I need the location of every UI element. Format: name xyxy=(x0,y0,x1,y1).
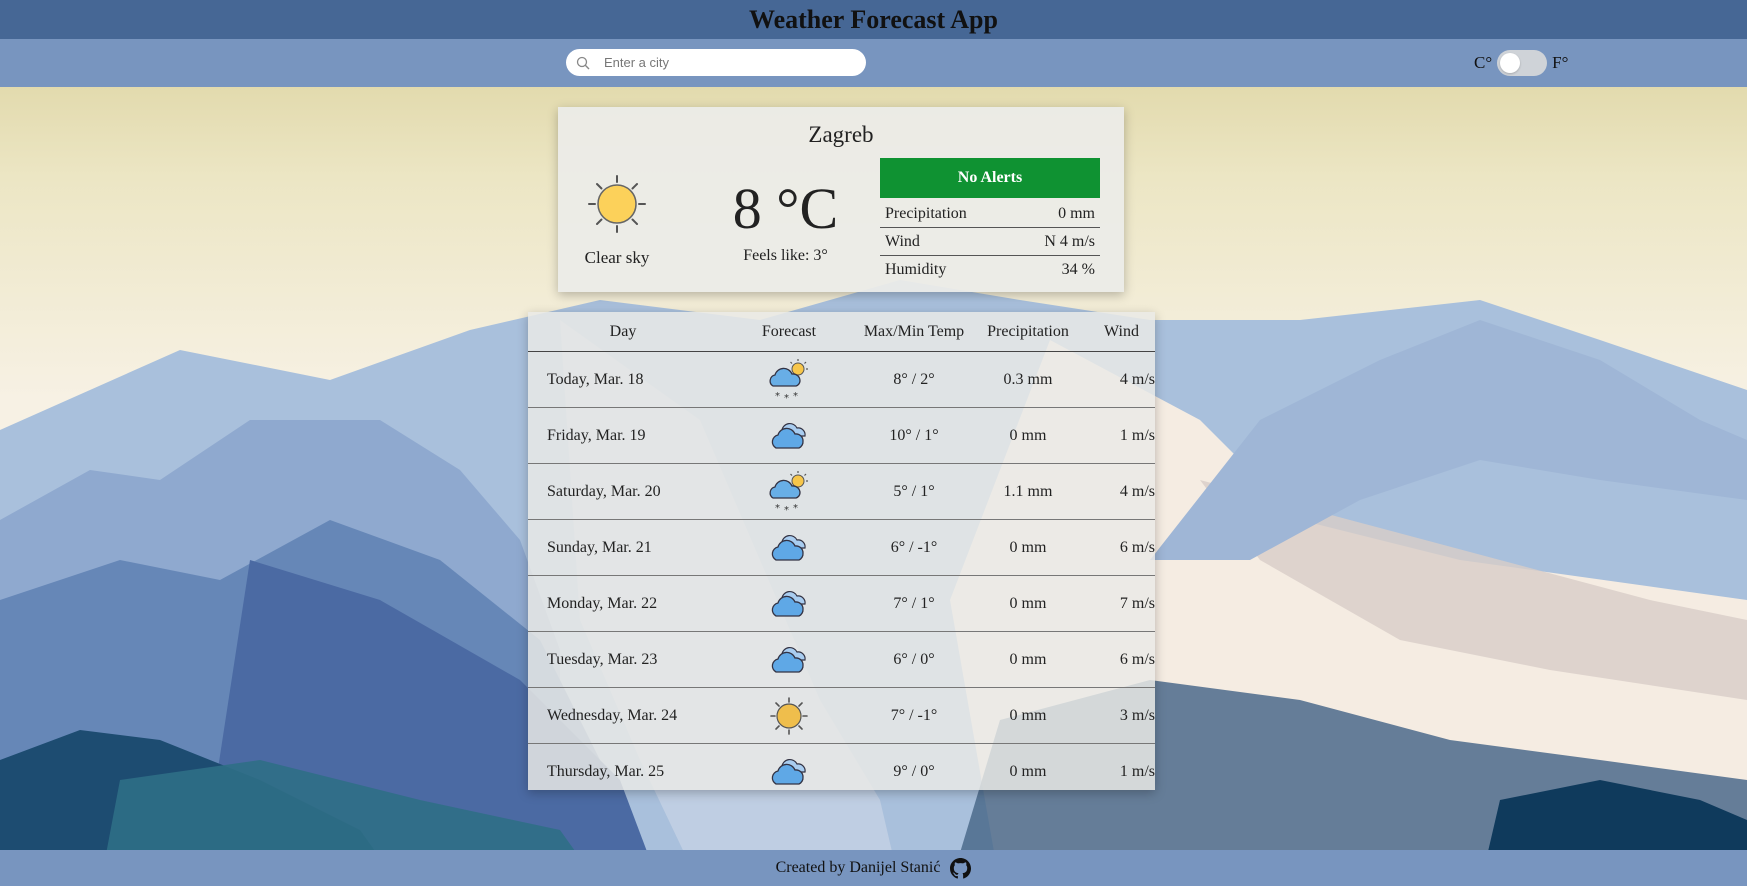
cloudy-icon xyxy=(718,642,860,678)
sun-icon xyxy=(718,696,860,736)
forecast-day: Wednesday, Mar. 24 xyxy=(547,706,678,724)
forecast-day: Tuesday, Mar. 23 xyxy=(547,650,658,668)
forecast-wind: 1 m/s xyxy=(1119,762,1155,780)
unit-switch[interactable] xyxy=(1497,49,1548,76)
svg-text:*: * xyxy=(784,393,789,402)
search-icon xyxy=(576,55,592,71)
forecast-header-row: Day Forecast Max/Min Temp Precipitation … xyxy=(528,312,1155,352)
github-icon[interactable] xyxy=(950,857,972,879)
city-name: Zagreb xyxy=(808,122,874,147)
forecast-precipitation: 0 mm xyxy=(1009,762,1047,780)
search-box[interactable] xyxy=(566,49,866,76)
forecast-temp: 8° / 2° xyxy=(893,370,935,388)
forecast-precipitation: 1.1 mm xyxy=(1003,482,1053,500)
svg-text:*: * xyxy=(793,503,798,514)
svg-text:*: * xyxy=(775,391,780,402)
feels-like: Feels like: 3° xyxy=(743,247,828,264)
cloudy-icon xyxy=(718,418,860,454)
forecast-row: Saturday, Mar. 20 * * * 5° / 1° 1.1 mm 4 m/s xyxy=(528,464,1155,520)
unit-switch-knob xyxy=(1500,52,1521,73)
forecast-precipitation: 0 mm xyxy=(1009,594,1047,612)
stat-wind: Wind N 4 m/s xyxy=(880,228,1100,256)
cloudy-icon xyxy=(718,586,860,622)
current-description: Clear sky xyxy=(584,248,650,267)
stat-label: Humidity xyxy=(885,261,947,278)
forecast-day: Thursday, Mar. 25 xyxy=(547,762,665,780)
cloudy-icon xyxy=(718,754,860,790)
forecast-temp: 7° / -1° xyxy=(890,706,938,724)
city-search-input[interactable] xyxy=(602,54,846,71)
forecast-precipitation: 0 mm xyxy=(1009,706,1047,724)
forecast-row: Today, Mar. 18 * * * 8° / 2° 0.3 mm 4 m/s xyxy=(528,352,1155,408)
cloudy-icon xyxy=(718,530,860,566)
stat-humidity: Humidity 34 % xyxy=(880,256,1100,284)
forecast-temp: 10° / 1° xyxy=(889,426,939,444)
forecast-rows: Today, Mar. 18 * * * 8° / 2° 0.3 mm 4 m/s Frida… xyxy=(528,352,1155,799)
forecast-wind: 3 m/s xyxy=(1119,706,1155,724)
forecast-wind: 4 m/s xyxy=(1119,482,1155,500)
current-weather-card: Zagreb Clear sky 8 °C Feels like: 3° No … xyxy=(558,107,1124,292)
search-bar: C° F° xyxy=(0,39,1747,87)
clear-sky-sun-icon xyxy=(586,173,648,235)
stat-label: Precipitation xyxy=(885,204,967,222)
footer: Created by Danijel Stanić xyxy=(0,850,1747,886)
forecast-precipitation: 0 mm xyxy=(1009,650,1047,668)
forecast-temp: 5° / 1° xyxy=(893,482,935,500)
forecast-temp: 7° / 1° xyxy=(893,594,935,612)
forecast-day: Sunday, Mar. 21 xyxy=(547,538,652,556)
forecast-row: Thursday, Mar. 25 9° / 0° 0 mm 1 m/s xyxy=(528,744,1155,799)
forecast-precipitation: 0 mm xyxy=(1009,426,1047,444)
header-day: Day xyxy=(609,322,637,340)
forecast-wind: 4 m/s xyxy=(1119,370,1155,388)
forecast-precipitation: 0 mm xyxy=(1009,538,1047,556)
forecast-day: Monday, Mar. 22 xyxy=(547,594,658,612)
header-wind: Wind xyxy=(1104,322,1139,340)
stat-precipitation: Precipitation 0 mm xyxy=(880,200,1100,228)
partly-cloudy-snow-icon: * * * xyxy=(718,358,860,402)
footer-credit: Created by Danijel Stanić xyxy=(775,859,941,876)
forecast-wind: 6 m/s xyxy=(1119,538,1155,556)
forecast-temp: 9° / 0° xyxy=(893,762,935,780)
forecast-temp: 6° / 0° xyxy=(893,650,935,668)
svg-text:*: * xyxy=(793,391,798,402)
forecast-day: Friday, Mar. 19 xyxy=(547,426,646,444)
forecast-day: Today, Mar. 18 xyxy=(547,370,644,388)
forecast-wind: 6 m/s xyxy=(1119,650,1155,668)
unit-toggle: C° F° xyxy=(1474,49,1568,76)
alerts-badge: No Alerts xyxy=(880,158,1100,198)
header-forecast: Forecast xyxy=(761,322,817,340)
forecast-row: Tuesday, Mar. 23 6° / 0° 0 mm 6 m/s xyxy=(528,632,1155,688)
header-temp: Max/Min Temp xyxy=(863,322,965,340)
stat-value: 34 % xyxy=(1061,261,1095,278)
forecast-row: Friday, Mar. 19 10° / 1° 0 mm 1 m/s xyxy=(528,408,1155,464)
svg-text:*: * xyxy=(775,503,780,514)
forecast-table: Day Forecast Max/Min Temp Precipitation … xyxy=(528,312,1155,790)
stat-label: Wind xyxy=(885,232,920,250)
stat-value: 0 mm xyxy=(1058,204,1095,222)
current-stats: Precipitation 0 mm Wind N 4 m/s Humidity… xyxy=(880,200,1100,284)
app-title: Weather Forecast App xyxy=(749,4,998,34)
app-header: Weather Forecast App xyxy=(0,0,1747,39)
svg-text:*: * xyxy=(784,505,789,514)
stat-value: N 4 m/s xyxy=(1044,232,1095,250)
current-temperature: 8 °C xyxy=(732,176,839,241)
header-precipitation: Precipitation xyxy=(987,322,1069,340)
forecast-wind: 1 m/s xyxy=(1119,426,1155,444)
forecast-precipitation: 0.3 mm xyxy=(1003,370,1053,388)
forecast-wind: 7 m/s xyxy=(1119,594,1155,612)
celsius-label: C° xyxy=(1474,52,1493,72)
forecast-row: Wednesday, Mar. 24 7° / -1° 0 mm 3 m/s xyxy=(528,688,1155,744)
forecast-temp: 6° / -1° xyxy=(890,538,938,556)
forecast-day: Saturday, Mar. 20 xyxy=(547,482,661,500)
forecast-row: Monday, Mar. 22 7° / 1° 0 mm 7 m/s xyxy=(528,576,1155,632)
partly-cloudy-snow-icon: * * * xyxy=(718,470,860,514)
fahrenheit-label: F° xyxy=(1552,52,1569,72)
forecast-row: Sunday, Mar. 21 6° / -1° 0 mm 6 m/s xyxy=(528,520,1155,576)
